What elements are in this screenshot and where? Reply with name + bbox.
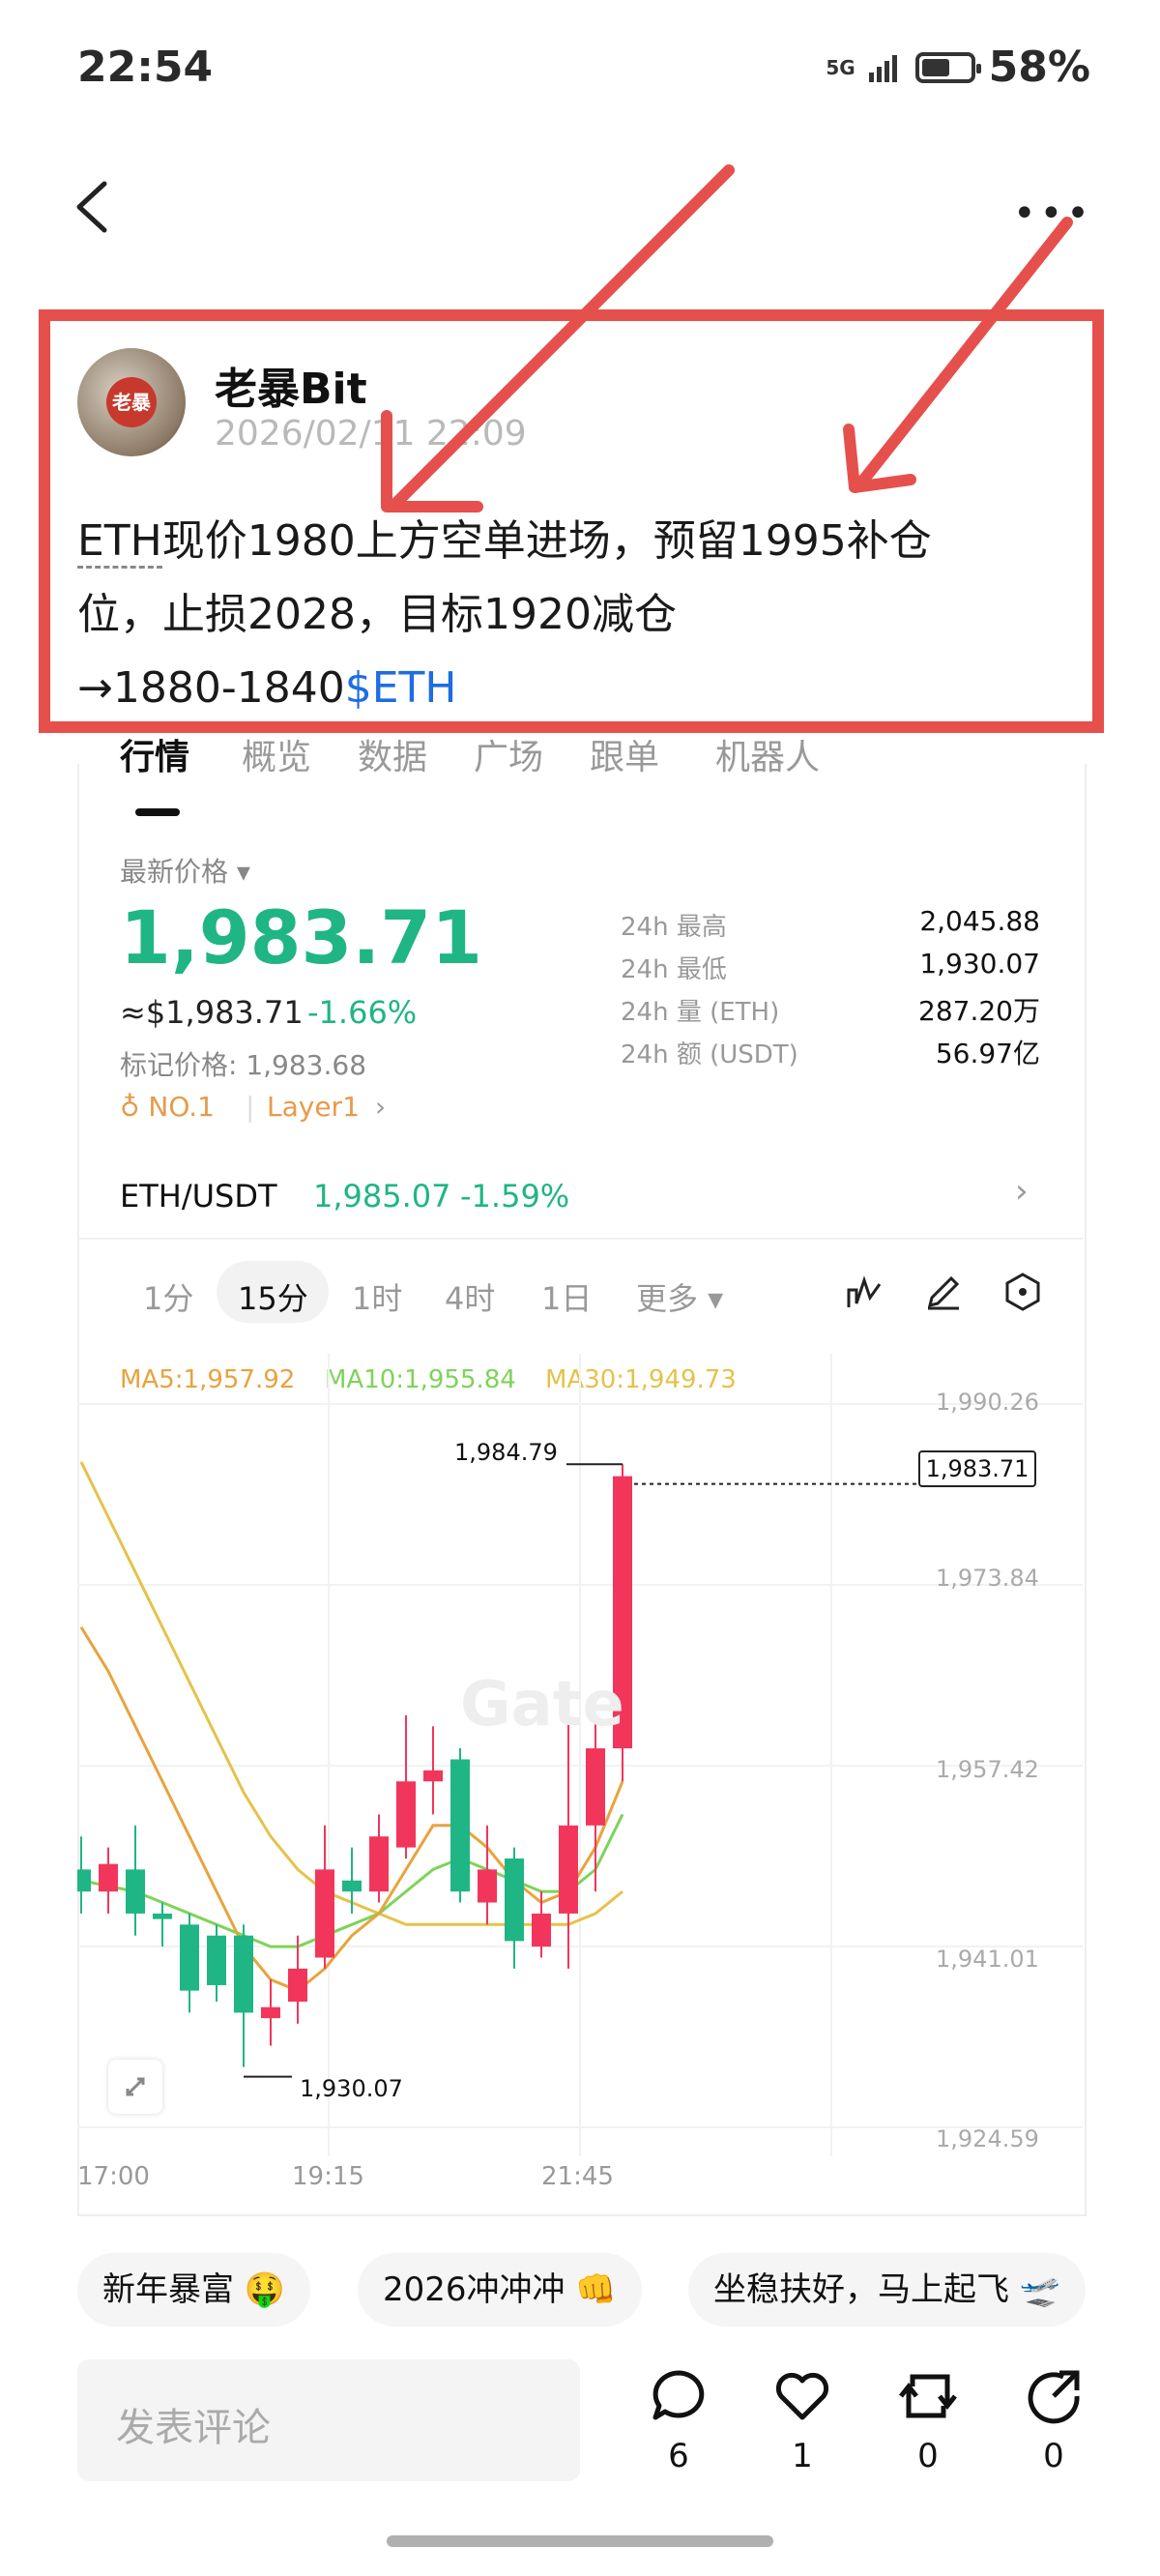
interval-1m[interactable]: 1分 [143, 1274, 193, 1319]
candle-body [207, 1935, 226, 1985]
expand-chart-button[interactable] [108, 2060, 162, 2114]
candle-body [315, 1869, 334, 1958]
y-tick: 1,990.26 [936, 1389, 1039, 1416]
tab-indicator [135, 808, 180, 816]
candle-body [586, 1748, 605, 1826]
last-price: 1,983.71 [120, 894, 483, 981]
stat-label-high: 24h 最高 [621, 913, 727, 942]
x-tick: 21:45 [541, 2162, 614, 2191]
indicator-icon[interactable] [847, 1274, 884, 1311]
y-tick: 1,957.42 [936, 1756, 1039, 1783]
reaction-chip[interactable]: 坐稳扶好，马上起飞 🛫 [688, 2253, 1087, 2327]
mark-price: 标记价格: 1,983.68 [120, 1049, 367, 1081]
candle-body [559, 1825, 578, 1914]
low-marker-label: 1,930.07 [300, 2075, 403, 2102]
battery-level: 58% [988, 43, 1090, 92]
tab-bot[interactable]: 机器人 [715, 735, 820, 779]
repost-icon[interactable] [899, 2367, 957, 2425]
back-arrow-icon[interactable] [70, 178, 112, 236]
repost-count: 0 [917, 2437, 939, 2475]
category-badge[interactable]: Layer1 › [267, 1091, 386, 1123]
stat-value-amount: 56.97亿 [935, 1038, 1040, 1069]
candle-body [153, 1913, 172, 1919]
candle-body [126, 1869, 145, 1914]
reaction-chip[interactable]: 2026冲冲冲 👊 [358, 2253, 642, 2327]
status-time: 22:54 [77, 43, 214, 92]
candle-body [288, 1968, 307, 2003]
pair-price: 1,985.07 [313, 1178, 451, 1215]
y-tick: 1,924.59 [936, 2125, 1039, 2152]
interval-4h[interactable]: 4时 [445, 1274, 495, 1319]
home-indicator [387, 2535, 773, 2547]
latest-price-label[interactable]: 最新价格 ▾ [120, 851, 250, 890]
candle-body [180, 1924, 199, 1991]
share-icon[interactable] [1025, 2367, 1083, 2425]
stat-value-volume: 287.20万 [918, 995, 1040, 1027]
tab-square[interactable]: 广场 [474, 735, 543, 779]
tab-market[interactable]: 行情 [120, 735, 189, 779]
like-count: 1 [792, 2437, 813, 2475]
candle-body [261, 2006, 280, 2019]
last-price-marker: 1,983.71 [918, 1450, 1036, 1487]
stat-value-low: 1,930.07 [919, 948, 1040, 980]
comment-count: 6 [668, 2437, 689, 2475]
interval-more[interactable]: 更多 ▾ [636, 1274, 723, 1319]
candle-body [478, 1869, 497, 1903]
y-tick: 1,941.01 [936, 1946, 1039, 1973]
candle-body [423, 1770, 443, 1782]
pair-name: ETH/USDT [120, 1178, 277, 1215]
x-tick: 17:00 [77, 2162, 150, 2191]
market-tabs: 行情 概览 数据 广场 跟单 机器人 [77, 735, 1083, 803]
pair-change: -1.59% [460, 1178, 570, 1215]
pencil-icon[interactable] [924, 1273, 963, 1311]
usd-price: ≈$1,983.71 [120, 994, 304, 1031]
high-marker-label: 1,984.79 [454, 1439, 558, 1466]
y-tick: 1,973.84 [936, 1565, 1039, 1592]
candle-body [77, 1869, 91, 1892]
stat-label-volume: 24h 量 (ETH) [621, 998, 780, 1027]
more-options-icon[interactable]: ••• [1013, 191, 1093, 236]
signal-icon [868, 54, 897, 82]
heart-icon[interactable] [773, 2367, 831, 2425]
candle-body [234, 1935, 253, 2013]
chevron-right-icon: › [374, 1091, 387, 1123]
tab-overview[interactable]: 概览 [242, 735, 311, 779]
interval-1h[interactable]: 1时 [352, 1274, 402, 1319]
candle-body [342, 1880, 362, 1892]
stat-value-high: 2,045.88 [919, 905, 1040, 937]
price-change: -1.66% [307, 994, 418, 1031]
candle-body [99, 1863, 118, 1892]
comment-icon[interactable] [650, 2367, 708, 2425]
badge-divider: | [246, 1091, 255, 1123]
interval-1d[interactable]: 1日 [541, 1274, 592, 1319]
candle-body [369, 1836, 389, 1892]
comment-placeholder: 发表评论 [116, 2406, 271, 2450]
tab-copy-trade[interactable]: 跟单 [590, 735, 659, 779]
network-type: 5G [826, 55, 856, 79]
status-indicators: 5G 58% [826, 43, 1090, 92]
rank-badge[interactable]: ♁ NO.1 [120, 1091, 215, 1123]
stat-label-amount: 24h 额 (USDT) [621, 1040, 798, 1069]
candle-body [450, 1759, 470, 1892]
interval-15m[interactable]: 15分 [238, 1274, 308, 1319]
reaction-chip[interactable]: 新年暴富 🤑 [77, 2253, 311, 2327]
tab-data[interactable]: 数据 [358, 735, 427, 779]
candle-body [396, 1781, 416, 1848]
battery-icon [914, 51, 981, 83]
category-label: Layer1 [267, 1091, 360, 1123]
share-count: 0 [1043, 2437, 1064, 2475]
expand-icon [126, 2077, 145, 2096]
stat-label-low: 24h 最低 [621, 955, 727, 984]
hexagon-settings-icon[interactable] [1003, 1273, 1042, 1311]
candle-body [532, 1913, 551, 1947]
chevron-right-icon[interactable]: › [1015, 1172, 1029, 1211]
highlight-box [39, 309, 1104, 733]
x-tick: 19:15 [292, 2162, 364, 2191]
gate-watermark: Gate [460, 1669, 624, 1741]
candle-body [505, 1858, 524, 1942]
